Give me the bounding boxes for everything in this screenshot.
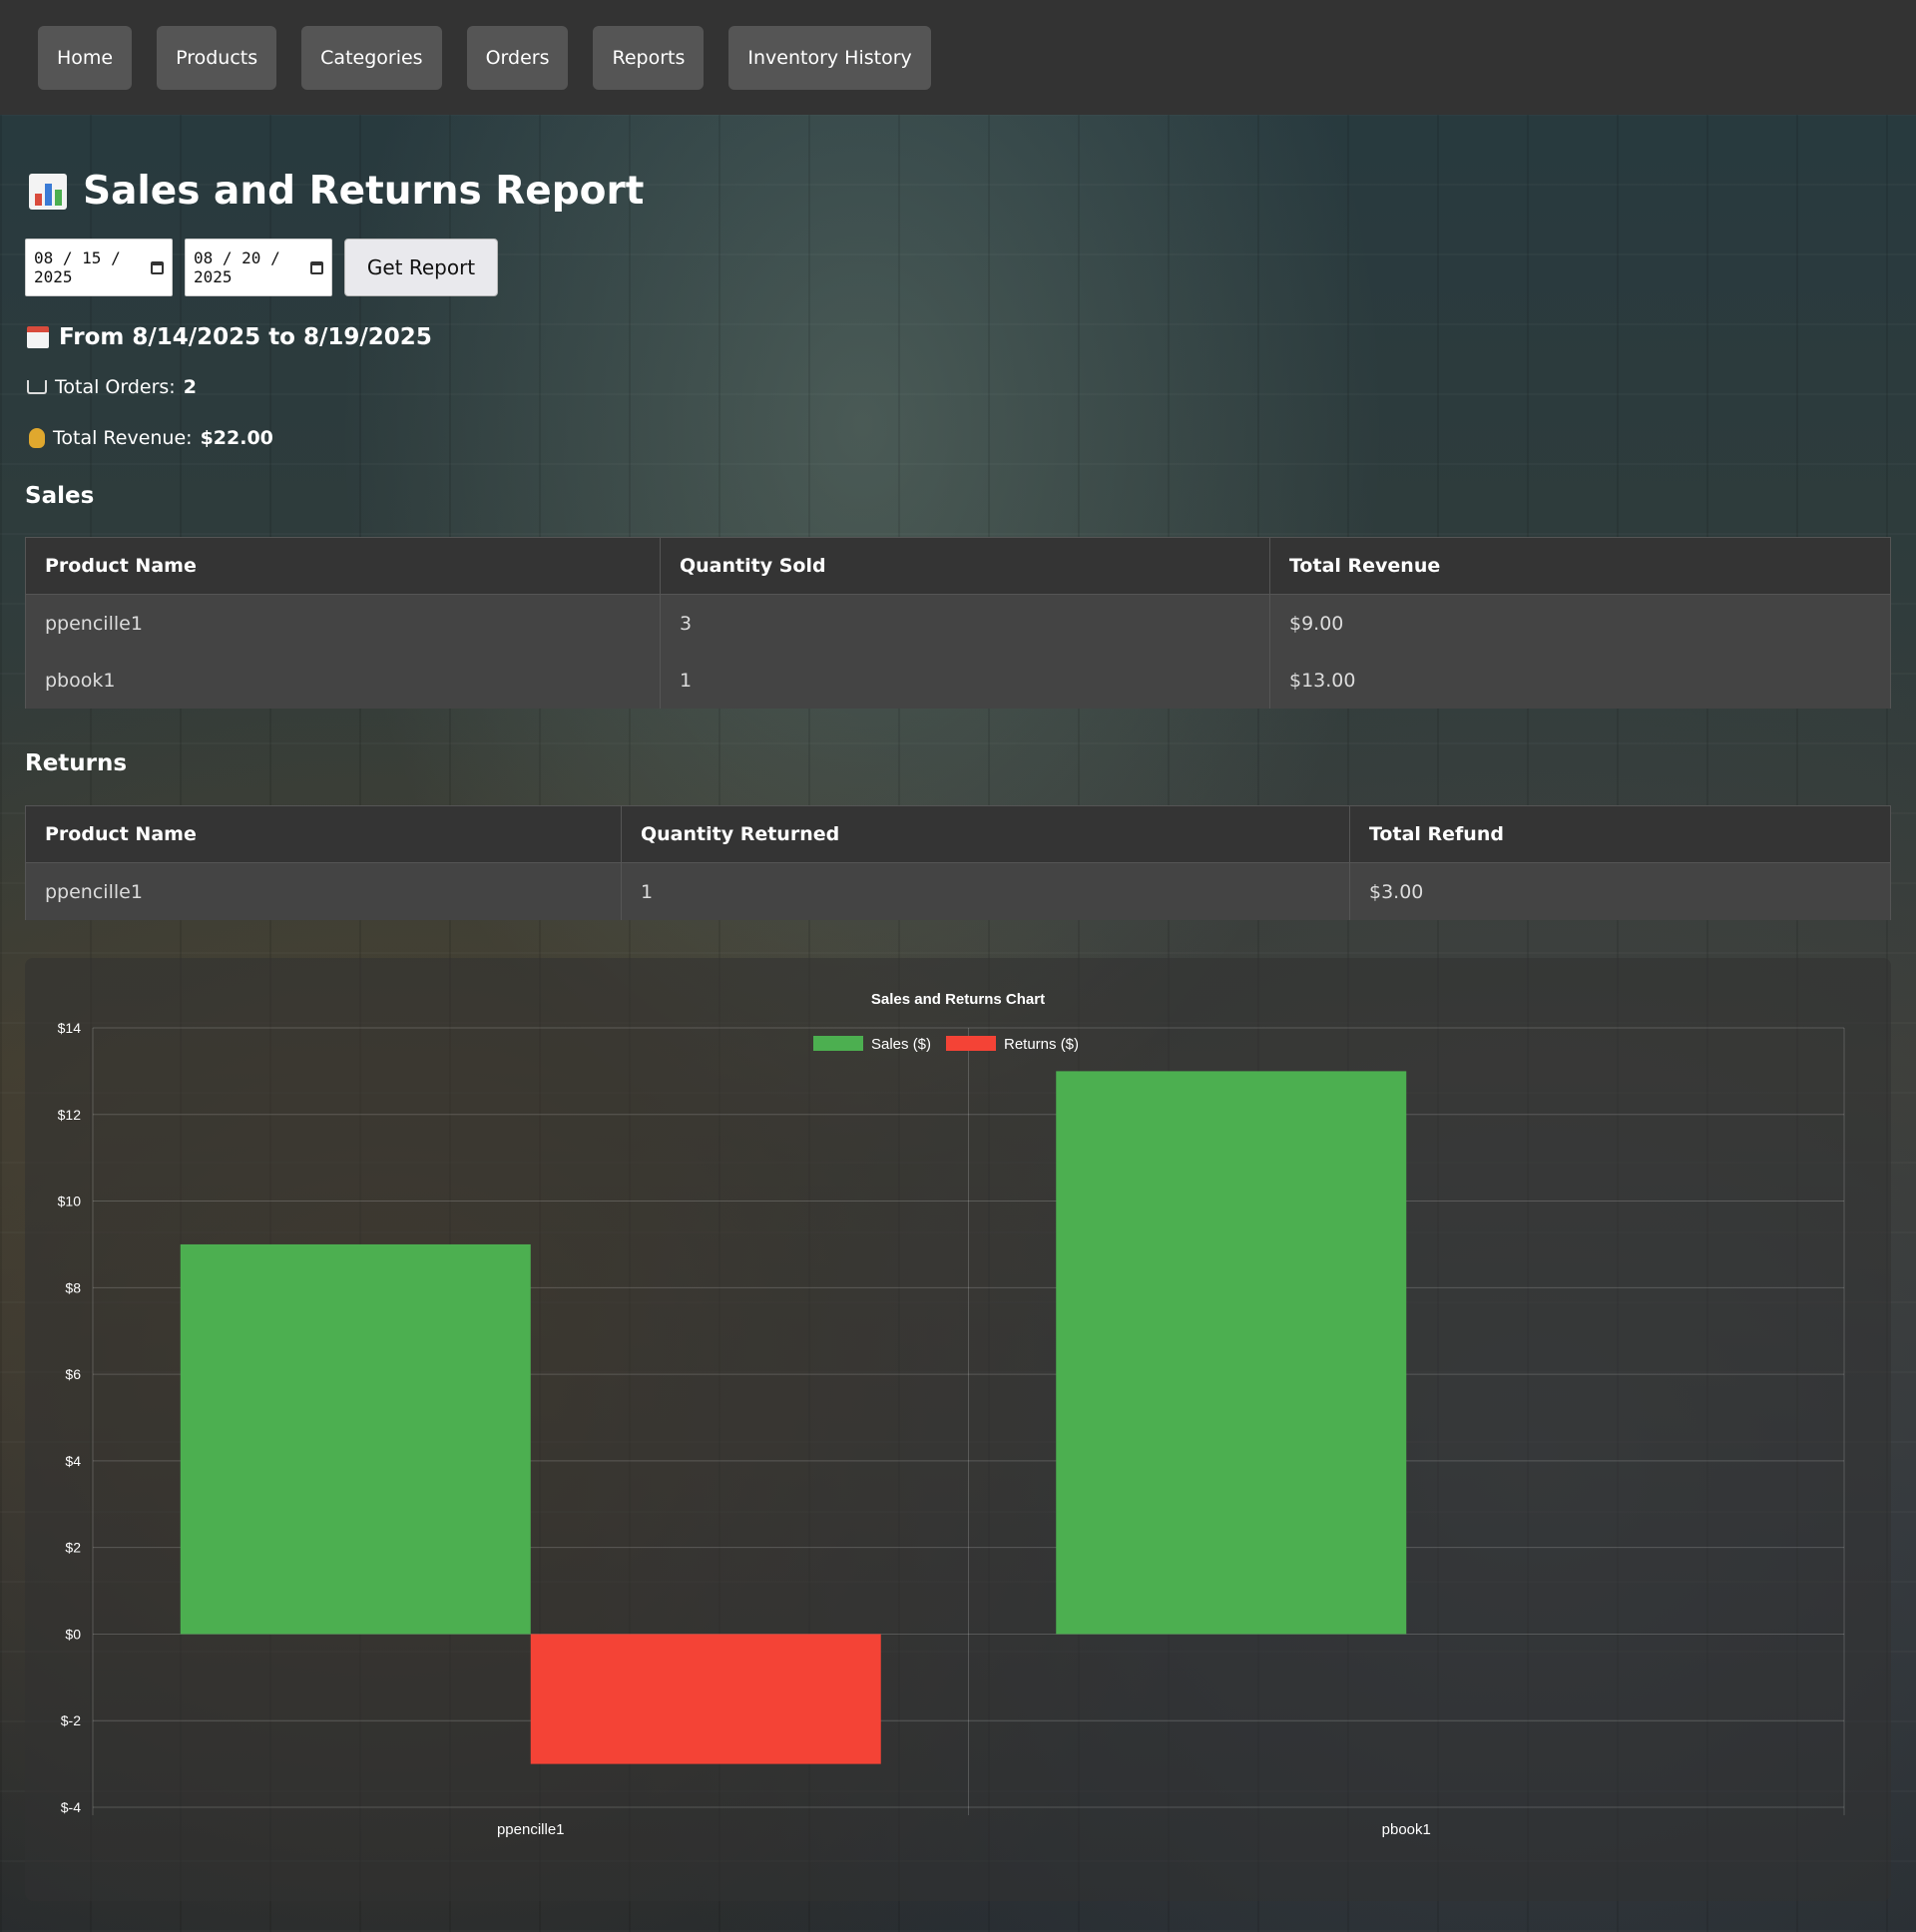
table-header-row: Product Name Quantity Sold Total Revenue [25,537,1891,595]
nav-reports-button[interactable]: Reports [593,25,705,90]
report-filters: 08 / 15 / 2025 08 / 20 / 2025 Get Report [25,239,498,296]
nav-products-button[interactable]: Products [157,25,277,90]
legend-swatch [946,1036,996,1051]
nav-orders-button[interactable]: Orders [466,25,569,90]
date-range-heading: From 8/14/2025 to 8/19/2025 [27,324,432,350]
x-tick-label: ppencille1 [497,1821,565,1838]
y-tick-label: $6 [65,1366,81,1382]
end-date-input[interactable]: 08 / 20 / 2025 [185,239,332,296]
top-navbar: Home Products Categories Orders Reports … [0,0,1916,115]
calendar-picker-icon[interactable] [151,260,164,274]
chart-panel: $14 $12 $10 $8 $6 $4 $2 $0 $-2 $-4 ppencille1 pbook… [25,958,1891,1901]
bar-chart-icon [29,173,67,210]
total-revenue-value: $22.00 [200,427,273,449]
total-orders-stat: Total Orders: 2 [27,376,197,398]
legend-label: Returns ($) [1004,1036,1079,1053]
column-header: Quantity Sold [660,537,1270,595]
page-title-text: Sales and Returns Report [83,169,645,214]
returns-bar [530,1634,881,1764]
quantity-cell: 3 [660,594,1270,652]
table-row: pbook1 1 $13.00 [25,652,1891,709]
end-date-value: 08 / 20 / 2025 [194,248,280,286]
returns-table: Product Name Quantity Returned Total Ref… [25,805,1891,920]
total-revenue-stat: Total Revenue: $22.00 [29,427,273,449]
sales-returns-chart: $14 $12 $10 $8 $6 $4 $2 $0 $-2 $-4 ppencille1 pbook… [58,991,1845,1838]
page-title: Sales and Returns Report [29,169,644,214]
money-bag-icon [29,428,45,448]
refund-cell: $3.00 [1349,862,1891,920]
revenue-cell: $13.00 [1269,652,1891,709]
table-row: ppencille1 3 $9.00 [25,594,1891,652]
column-header: Product Name [25,537,661,595]
legend-swatch [813,1036,863,1051]
y-tick-label: $10 [58,1194,82,1209]
quantity-cell: 1 [621,862,1350,920]
y-tick-label: $0 [65,1626,81,1642]
product-name-cell: ppencille1 [25,594,661,652]
column-header: Product Name [25,805,622,863]
shopping-cart-icon [27,380,47,394]
legend-label: Sales ($) [871,1036,931,1053]
returns-section-title: Returns [25,750,128,776]
sales-table: Product Name Quantity Sold Total Revenue… [25,537,1891,709]
table-header-row: Product Name Quantity Returned Total Ref… [25,805,1891,863]
y-tick-label: $8 [65,1279,81,1295]
get-report-button[interactable]: Get Report [344,239,498,296]
total-revenue-label: Total Revenue: [53,427,193,449]
table-row: ppencille1 1 $3.00 [25,862,1891,920]
sales-bar [180,1243,531,1635]
column-header: Total Refund [1349,805,1891,863]
calendar-picker-icon[interactable] [310,260,323,274]
quantity-cell: 1 [660,652,1270,709]
y-tick-label: $12 [58,1107,82,1123]
revenue-cell: $9.00 [1269,594,1891,652]
y-tick-label: $4 [65,1453,81,1469]
y-tick-label: $2 [65,1540,81,1556]
calendar-icon [27,326,49,348]
y-tick-label: $14 [58,1020,82,1036]
y-tick-label: $-4 [61,1799,81,1815]
chart-title: Sales and Returns Chart [871,991,1045,1008]
date-range-text: From 8/14/2025 to 8/19/2025 [59,324,432,350]
nav-home-button[interactable]: Home [38,25,133,90]
nav-categories-button[interactable]: Categories [301,25,442,90]
y-tick-label: $-2 [61,1712,81,1728]
sales-bar [1056,1071,1407,1635]
start-date-value: 08 / 15 / 2025 [34,248,121,286]
x-tick-label: pbook1 [1382,1821,1431,1838]
total-orders-value: 2 [183,376,197,398]
sales-section-title: Sales [25,483,95,509]
product-name-cell: ppencille1 [25,862,622,920]
start-date-input[interactable]: 08 / 15 / 2025 [25,239,173,296]
total-orders-label: Total Orders: [55,376,176,398]
column-header: Quantity Returned [621,805,1350,863]
column-header: Total Revenue [1269,537,1891,595]
product-name-cell: pbook1 [25,652,661,709]
nav-inventory-history-button[interactable]: Inventory History [728,25,931,90]
